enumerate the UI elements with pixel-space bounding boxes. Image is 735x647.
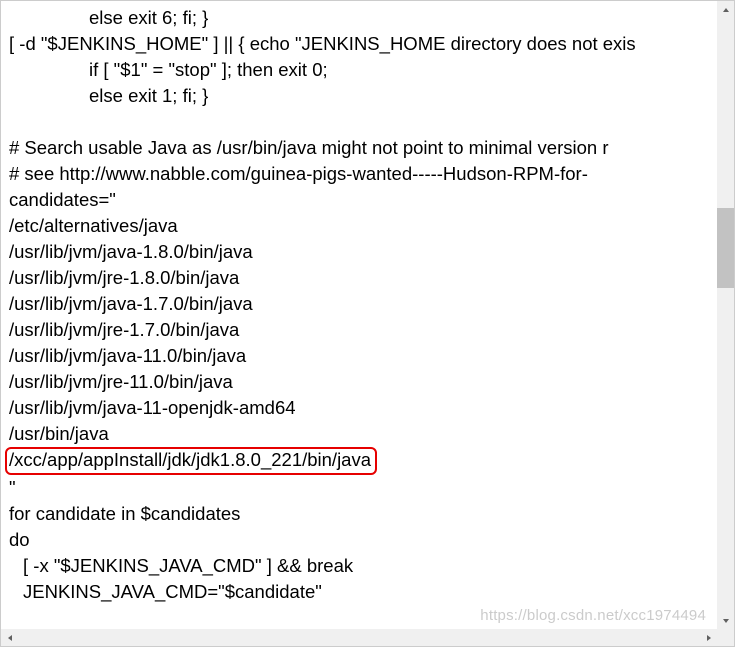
code-line <box>9 109 709 135</box>
code-line: /xcc/app/appInstall/jdk/jdk1.8.0_221/bin… <box>9 447 709 475</box>
code-line: /usr/lib/jvm/java-11.0/bin/java <box>9 343 709 369</box>
code-line: /usr/lib/jvm/jre-11.0/bin/java <box>9 369 709 395</box>
code-line: [ -x "$JENKINS_JAVA_CMD" ] && break <box>9 553 709 579</box>
code-line: candidates=" <box>9 187 709 213</box>
scroll-right-arrow-icon[interactable] <box>700 629 717 646</box>
vertical-scroll-track[interactable] <box>717 18 734 612</box>
scroll-down-arrow-icon[interactable] <box>717 612 734 629</box>
horizontal-scrollbar[interactable] <box>1 629 717 646</box>
code-line: /etc/alternatives/java <box>9 213 709 239</box>
code-line: do <box>9 527 709 553</box>
code-line: /usr/lib/jvm/java-1.8.0/bin/java <box>9 239 709 265</box>
code-line: else exit 1; fi; } <box>9 83 709 109</box>
code-line: for candidate in $candidates <box>9 501 709 527</box>
code-line: /usr/lib/jvm/java-1.7.0/bin/java <box>9 291 709 317</box>
scroll-up-arrow-icon[interactable] <box>717 1 734 18</box>
vertical-scrollbar[interactable] <box>717 1 734 629</box>
code-line: # see http://www.nabble.com/guinea-pigs-… <box>9 161 709 187</box>
code-line: /usr/lib/jvm/java-11-openjdk-amd64 <box>9 395 709 421</box>
code-line: JENKINS_JAVA_CMD="$candidate" <box>9 579 709 605</box>
scrollbar-corner <box>717 629 734 646</box>
code-line: # Search usable Java as /usr/bin/java mi… <box>9 135 709 161</box>
code-content: else exit 6; fi; }[ -d "$JENKINS_HOME" ]… <box>1 1 717 629</box>
code-line: /usr/bin/java <box>9 421 709 447</box>
code-line: else exit 6; fi; } <box>9 5 709 31</box>
code-line: if [ "$1" = "stop" ]; then exit 0; <box>9 57 709 83</box>
vertical-scroll-thumb[interactable] <box>717 208 734 288</box>
highlighted-path: /xcc/app/appInstall/jdk/jdk1.8.0_221/bin… <box>5 447 377 475</box>
code-line: [ -d "$JENKINS_HOME" ] || { echo "JENKIN… <box>9 31 709 57</box>
code-line: /usr/lib/jvm/jre-1.7.0/bin/java <box>9 317 709 343</box>
code-line: " <box>9 475 709 501</box>
viewport: else exit 6; fi; }[ -d "$JENKINS_HOME" ]… <box>0 0 735 647</box>
code-line: /usr/lib/jvm/jre-1.8.0/bin/java <box>9 265 709 291</box>
scroll-left-arrow-icon[interactable] <box>1 629 18 646</box>
